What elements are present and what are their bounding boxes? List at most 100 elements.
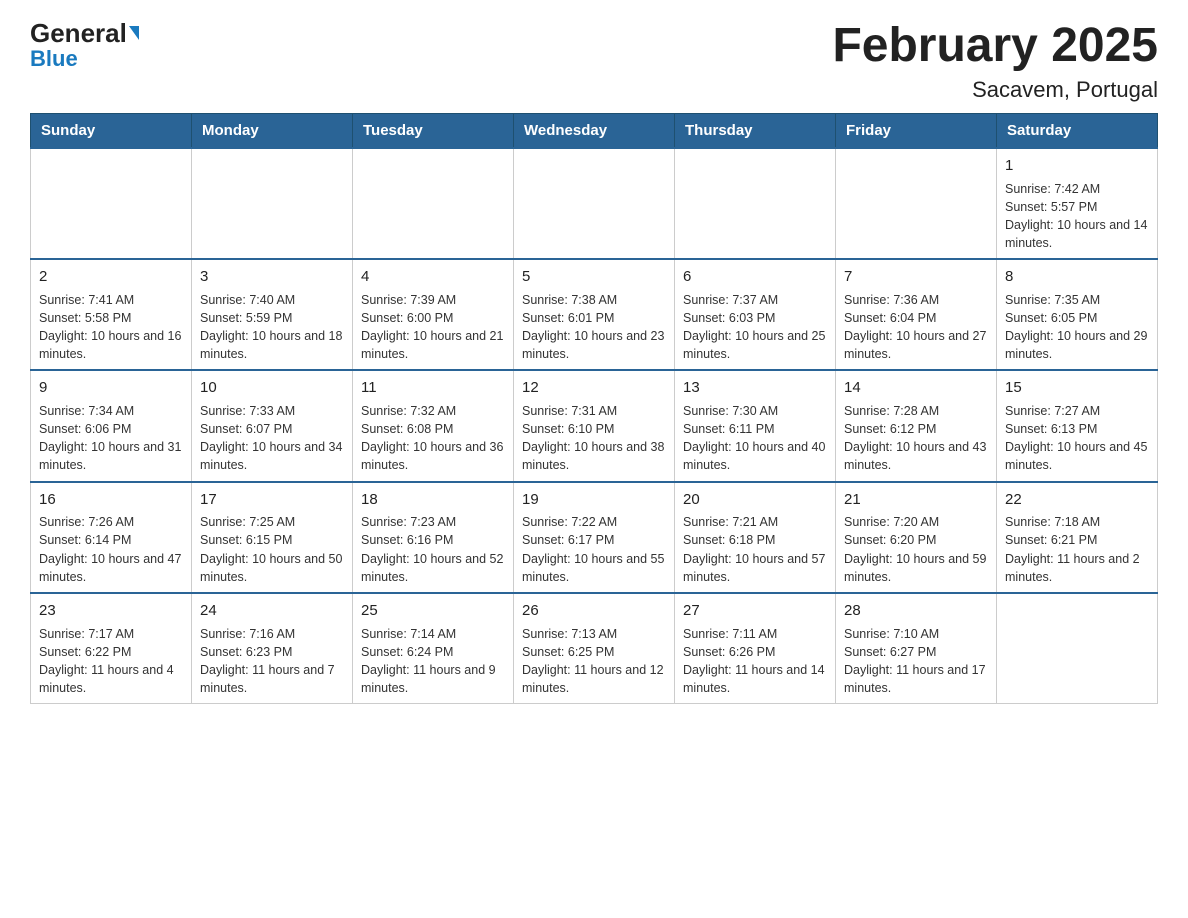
page-header: General Blue February 2025 Sacavem, Port… bbox=[30, 20, 1158, 103]
day-number: 21 bbox=[844, 489, 988, 511]
day-info: Sunrise: 7:30 AM Sunset: 6:11 PM Dayligh… bbox=[683, 402, 827, 475]
calendar-cell: 5 Sunrise: 7:38 AM Sunset: 6:01 PM Daylig… bbox=[514, 259, 675, 370]
logo-blue-text: Blue bbox=[30, 48, 78, 70]
calendar-cell: 1Sunrise: 7:42 AM Sunset: 5:57 PM Daylig… bbox=[997, 148, 1158, 259]
calendar-cell: 12 Sunrise: 7:31 AM Sunset: 6:10 PM Dayli… bbox=[514, 370, 675, 481]
day-info: Sunrise: 7:17 AM Sunset: 6:22 PM Dayligh… bbox=[39, 625, 183, 698]
day-number: 26 bbox=[522, 600, 666, 622]
day-number: 23 bbox=[39, 600, 183, 622]
logo: General Blue bbox=[30, 20, 139, 70]
day-number: 10 bbox=[200, 377, 344, 399]
day-info: Sunrise: 7:26 AM Sunset: 6:14 PM Dayligh… bbox=[39, 513, 183, 586]
calendar-cell: 8 Sunrise: 7:35 AM Sunset: 6:05 PM Daylig… bbox=[997, 259, 1158, 370]
day-number: 16 bbox=[39, 489, 183, 511]
day-info: Sunrise: 7:13 AM Sunset: 6:25 PM Dayligh… bbox=[522, 625, 666, 698]
day-number: 18 bbox=[361, 489, 505, 511]
day-number: 5 bbox=[522, 266, 666, 288]
day-info: Sunrise: 7:37 AM Sunset: 6:03 PM Dayligh… bbox=[683, 291, 827, 364]
day-number: 25 bbox=[361, 600, 505, 622]
day-info: Sunrise: 7:21 AM Sunset: 6:18 PM Dayligh… bbox=[683, 513, 827, 586]
calendar-cell: 25 Sunrise: 7:14 AM Sunset: 6:24 PM Dayli… bbox=[353, 593, 514, 704]
calendar-cell: 3 Sunrise: 7:40 AM Sunset: 5:59 PM Daylig… bbox=[192, 259, 353, 370]
day-info: Sunrise: 7:28 AM Sunset: 6:12 PM Dayligh… bbox=[844, 402, 988, 475]
day-info: Sunrise: 7:18 AM Sunset: 6:21 PM Dayligh… bbox=[1005, 513, 1149, 586]
day-number: 2 bbox=[39, 266, 183, 288]
day-number: 14 bbox=[844, 377, 988, 399]
calendar-cell: 7Sunrise: 7:36 AM Sunset: 6:04 PM Daylig… bbox=[836, 259, 997, 370]
calendar-cell bbox=[31, 148, 192, 259]
calendar-cell: 11 Sunrise: 7:32 AM Sunset: 6:08 PM Dayli… bbox=[353, 370, 514, 481]
day-info: Sunrise: 7:11 AM Sunset: 6:26 PM Dayligh… bbox=[683, 625, 827, 698]
day-number: 9 bbox=[39, 377, 183, 399]
day-info: Sunrise: 7:35 AM Sunset: 6:05 PM Dayligh… bbox=[1005, 291, 1149, 364]
day-number: 22 bbox=[1005, 489, 1149, 511]
weekday-header-monday: Monday bbox=[192, 113, 353, 148]
calendar-week-row: 16Sunrise: 7:26 AM Sunset: 6:14 PM Dayli… bbox=[31, 482, 1158, 593]
day-info: Sunrise: 7:40 AM Sunset: 5:59 PM Dayligh… bbox=[200, 291, 344, 364]
calendar-cell: 26 Sunrise: 7:13 AM Sunset: 6:25 PM Dayli… bbox=[514, 593, 675, 704]
calendar-cell: 18Sunrise: 7:23 AM Sunset: 6:16 PM Dayli… bbox=[353, 482, 514, 593]
day-info: Sunrise: 7:36 AM Sunset: 6:04 PM Dayligh… bbox=[844, 291, 988, 364]
weekday-header-thursday: Thursday bbox=[675, 113, 836, 148]
day-number: 20 bbox=[683, 489, 827, 511]
calendar-cell: 9Sunrise: 7:34 AM Sunset: 6:06 PM Daylig… bbox=[31, 370, 192, 481]
calendar-cell: 6 Sunrise: 7:37 AM Sunset: 6:03 PM Daylig… bbox=[675, 259, 836, 370]
day-info: Sunrise: 7:33 AM Sunset: 6:07 PM Dayligh… bbox=[200, 402, 344, 475]
day-info: Sunrise: 7:22 AM Sunset: 6:17 PM Dayligh… bbox=[522, 513, 666, 586]
calendar-cell: 17Sunrise: 7:25 AM Sunset: 6:15 PM Dayli… bbox=[192, 482, 353, 593]
day-number: 4 bbox=[361, 266, 505, 288]
day-info: Sunrise: 7:20 AM Sunset: 6:20 PM Dayligh… bbox=[844, 513, 988, 586]
day-info: Sunrise: 7:42 AM Sunset: 5:57 PM Dayligh… bbox=[1005, 180, 1149, 253]
day-number: 12 bbox=[522, 377, 666, 399]
calendar-cell: 4Sunrise: 7:39 AM Sunset: 6:00 PM Daylig… bbox=[353, 259, 514, 370]
calendar-cell bbox=[353, 148, 514, 259]
calendar-cell: 23 Sunrise: 7:17 AM Sunset: 6:22 PM Dayli… bbox=[31, 593, 192, 704]
calendar-cell bbox=[997, 593, 1158, 704]
logo-general-text: General bbox=[30, 20, 139, 46]
day-number: 11 bbox=[361, 377, 505, 399]
calendar-cell: 24 Sunrise: 7:16 AM Sunset: 6:23 PM Dayli… bbox=[192, 593, 353, 704]
weekday-header-friday: Friday bbox=[836, 113, 997, 148]
calendar-cell bbox=[675, 148, 836, 259]
calendar-cell: 21Sunrise: 7:20 AM Sunset: 6:20 PM Dayli… bbox=[836, 482, 997, 593]
calendar-week-row: 23 Sunrise: 7:17 AM Sunset: 6:22 PM Dayli… bbox=[31, 593, 1158, 704]
weekday-header-sunday: Sunday bbox=[31, 113, 192, 148]
weekday-header-saturday: Saturday bbox=[997, 113, 1158, 148]
day-number: 27 bbox=[683, 600, 827, 622]
day-info: Sunrise: 7:27 AM Sunset: 6:13 PM Dayligh… bbox=[1005, 402, 1149, 475]
calendar-cell bbox=[192, 148, 353, 259]
calendar-cell: 20Sunrise: 7:21 AM Sunset: 6:18 PM Dayli… bbox=[675, 482, 836, 593]
title-block: February 2025 Sacavem, Portugal bbox=[832, 20, 1158, 103]
day-number: 15 bbox=[1005, 377, 1149, 399]
calendar-cell: 28Sunrise: 7:10 AM Sunset: 6:27 PM Dayli… bbox=[836, 593, 997, 704]
day-number: 19 bbox=[522, 489, 666, 511]
day-info: Sunrise: 7:25 AM Sunset: 6:15 PM Dayligh… bbox=[200, 513, 344, 586]
location-subtitle: Sacavem, Portugal bbox=[832, 77, 1158, 103]
day-info: Sunrise: 7:23 AM Sunset: 6:16 PM Dayligh… bbox=[361, 513, 505, 586]
calendar-week-row: 9Sunrise: 7:34 AM Sunset: 6:06 PM Daylig… bbox=[31, 370, 1158, 481]
weekday-header-wednesday: Wednesday bbox=[514, 113, 675, 148]
logo-triangle-icon bbox=[129, 26, 139, 40]
calendar-cell: 2 Sunrise: 7:41 AM Sunset: 5:58 PM Daylig… bbox=[31, 259, 192, 370]
day-info: Sunrise: 7:32 AM Sunset: 6:08 PM Dayligh… bbox=[361, 402, 505, 475]
day-number: 3 bbox=[200, 266, 344, 288]
calendar-cell: 10 Sunrise: 7:33 AM Sunset: 6:07 PM Dayli… bbox=[192, 370, 353, 481]
calendar-cell: 14 Sunrise: 7:28 AM Sunset: 6:12 PM Dayli… bbox=[836, 370, 997, 481]
day-info: Sunrise: 7:14 AM Sunset: 6:24 PM Dayligh… bbox=[361, 625, 505, 698]
day-number: 13 bbox=[683, 377, 827, 399]
weekday-header-tuesday: Tuesday bbox=[353, 113, 514, 148]
month-title: February 2025 bbox=[832, 20, 1158, 73]
day-info: Sunrise: 7:31 AM Sunset: 6:10 PM Dayligh… bbox=[522, 402, 666, 475]
calendar-cell: 16Sunrise: 7:26 AM Sunset: 6:14 PM Dayli… bbox=[31, 482, 192, 593]
calendar-cell bbox=[514, 148, 675, 259]
day-info: Sunrise: 7:38 AM Sunset: 6:01 PM Dayligh… bbox=[522, 291, 666, 364]
day-number: 28 bbox=[844, 600, 988, 622]
day-info: Sunrise: 7:41 AM Sunset: 5:58 PM Dayligh… bbox=[39, 291, 183, 364]
calendar-cell: 15 Sunrise: 7:27 AM Sunset: 6:13 PM Dayli… bbox=[997, 370, 1158, 481]
day-info: Sunrise: 7:16 AM Sunset: 6:23 PM Dayligh… bbox=[200, 625, 344, 698]
day-number: 8 bbox=[1005, 266, 1149, 288]
calendar-week-row: 2 Sunrise: 7:41 AM Sunset: 5:58 PM Daylig… bbox=[31, 259, 1158, 370]
calendar-cell: 27 Sunrise: 7:11 AM Sunset: 6:26 PM Dayli… bbox=[675, 593, 836, 704]
day-number: 24 bbox=[200, 600, 344, 622]
day-number: 6 bbox=[683, 266, 827, 288]
